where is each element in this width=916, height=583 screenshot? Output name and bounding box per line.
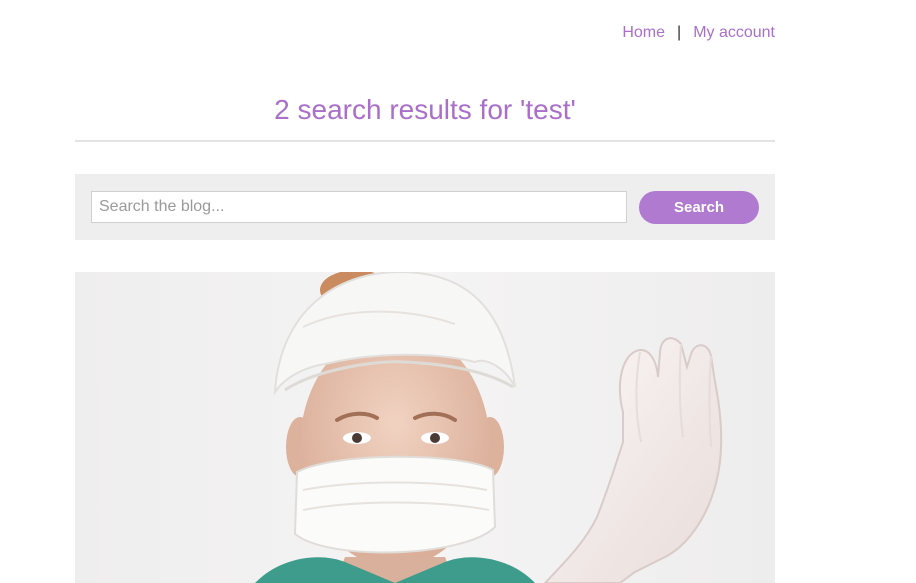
title-divider (75, 140, 775, 142)
featured-image-illustration (75, 272, 775, 583)
blog-search-panel: Search (75, 174, 775, 240)
top-navigation: Home | My account (622, 24, 775, 42)
my-account-link[interactable]: My account (693, 24, 775, 42)
page: Home | My account 2 search results for '… (0, 0, 916, 583)
blog-search-input[interactable] (91, 191, 627, 223)
page-title: 2 search results for 'test' (274, 94, 576, 125)
home-link[interactable]: Home (622, 24, 665, 42)
featured-post-image[interactable] (75, 272, 775, 583)
nav-separator: | (677, 24, 682, 41)
search-button[interactable]: Search (639, 191, 759, 224)
